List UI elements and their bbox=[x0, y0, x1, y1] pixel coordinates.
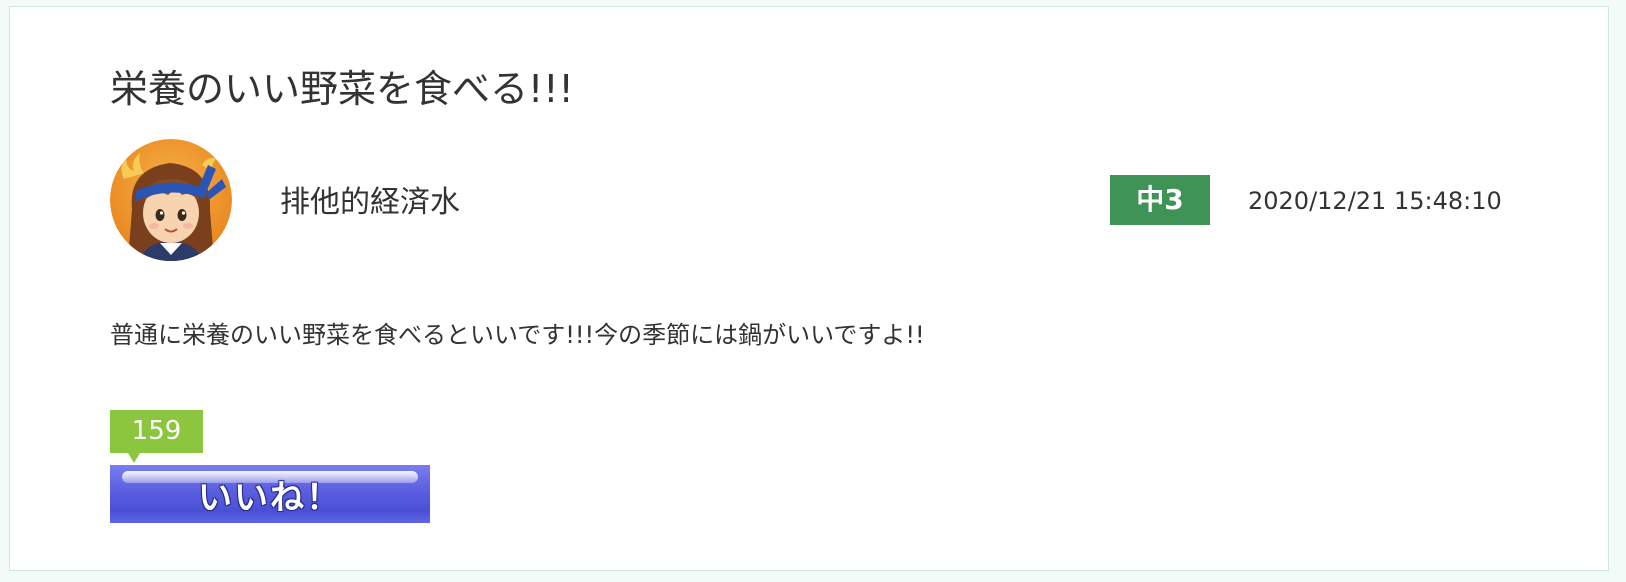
post-title: 栄養のいい野菜を食べる!!! bbox=[110, 67, 574, 111]
user-avatar-icon[interactable] bbox=[110, 139, 232, 261]
like-count-bubble: 159 bbox=[110, 410, 203, 463]
grade-badge: 中3 bbox=[1110, 175, 1210, 225]
post-timestamp: 2020/12/21 15:48:10 bbox=[1248, 187, 1502, 215]
post-card: 栄養のいい野菜を食べる!!! 排他的経済水 中3 2020/12/21 15:4… bbox=[9, 6, 1609, 571]
like-button[interactable]: いいね！ bbox=[110, 465, 430, 523]
author-name[interactable]: 排他的経済水 bbox=[280, 185, 460, 221]
like-button-label: いいね！ bbox=[198, 479, 342, 517]
avatar-illustration bbox=[110, 139, 232, 261]
post-body: 普通に栄養のいい野菜を食べるといいです!!!今の季節には鍋がいいですよ!! bbox=[110, 321, 925, 349]
